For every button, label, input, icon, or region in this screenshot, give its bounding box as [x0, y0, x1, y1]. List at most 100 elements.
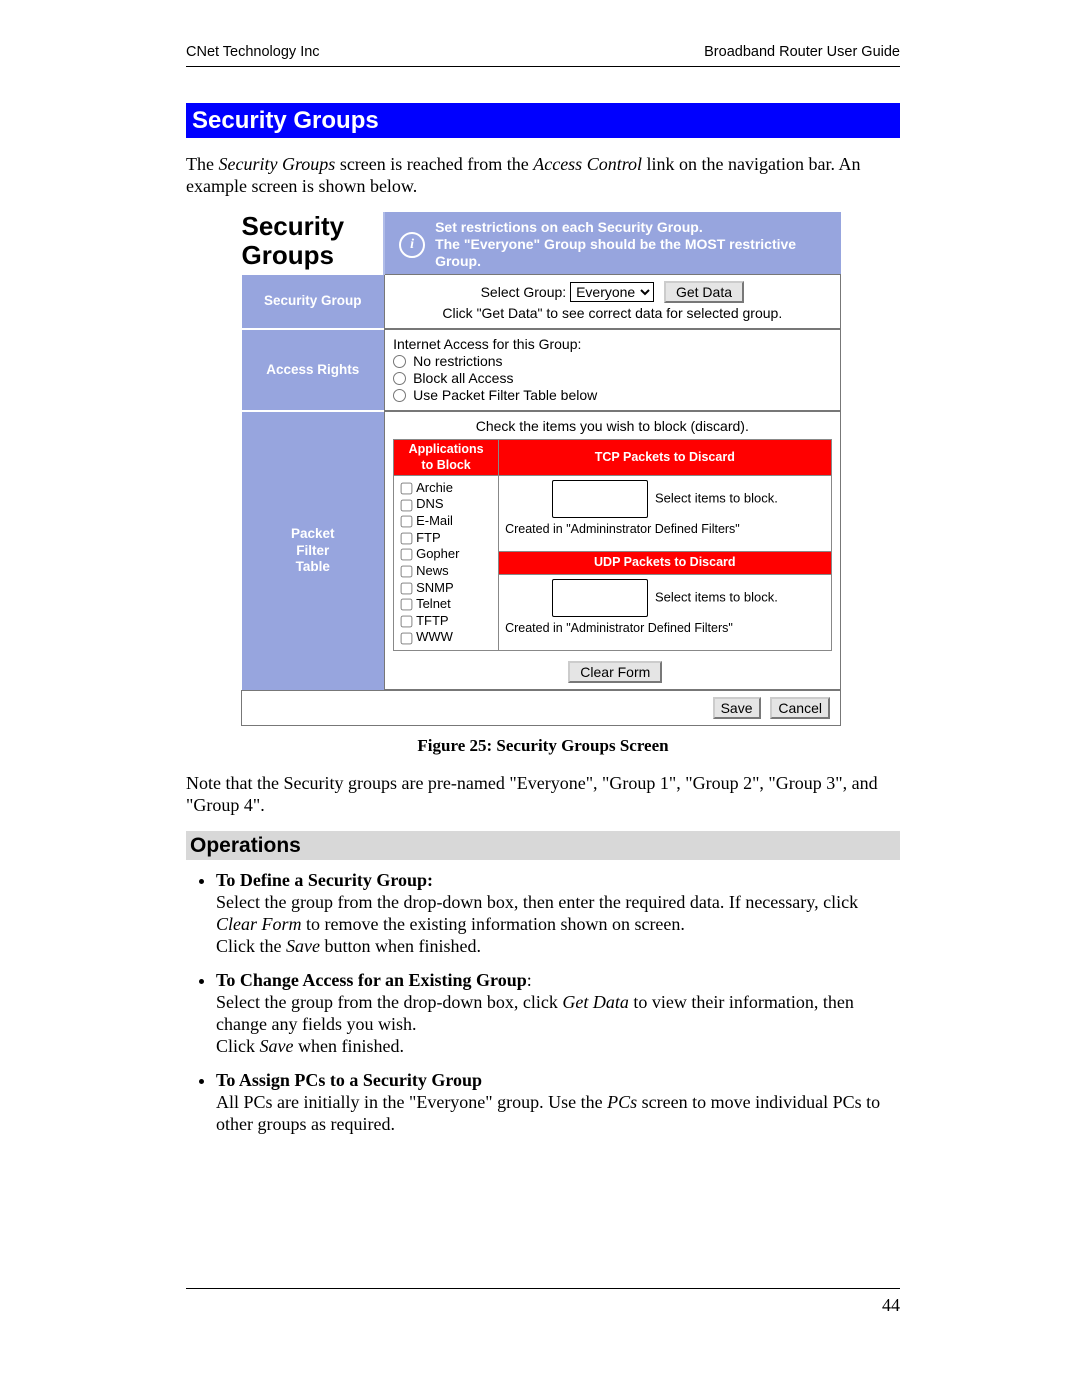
- checkbox-ftp[interactable]: FTP: [400, 530, 492, 547]
- row-label-access-rights: Access Rights: [242, 329, 385, 411]
- udp-cell: Select items to block. Created in "Admin…: [499, 575, 831, 651]
- save-cancel-bar: Save Cancel: [242, 691, 841, 726]
- info-text: Set restrictions on each Security Group.…: [435, 219, 826, 270]
- page: CNet Technology Inc Broadband Router Use…: [0, 0, 1080, 1397]
- tcp-cell: Select items to block. Created in "Admin…: [499, 475, 831, 551]
- header-right: Broadband Router User Guide: [704, 44, 900, 62]
- intro-paragraph: The Security Groups screen is reached fr…: [186, 154, 900, 198]
- radio-packet-filter[interactable]: Use Packet Filter Table below: [393, 387, 831, 404]
- radio-block-all[interactable]: Block all Access: [393, 370, 831, 387]
- col-header-tcp: TCP Packets to Discard: [499, 440, 831, 476]
- note-paragraph: Note that the Security groups are pre-na…: [186, 773, 900, 817]
- radio-no-restrictions[interactable]: No restrictions: [393, 353, 831, 370]
- text: Security: [242, 211, 345, 241]
- checkbox-input[interactable]: [401, 483, 413, 495]
- radio-label: No restrictions: [413, 353, 502, 370]
- checkbox-tftp[interactable]: TFTP: [400, 613, 492, 630]
- radio-label: Block all Access: [413, 370, 513, 387]
- select-group-label: Select Group:: [481, 284, 567, 300]
- row-label-packet-filter: Packet Filter Table: [242, 411, 385, 690]
- checkbox-label: SNMP: [416, 580, 454, 595]
- checkbox-label: TFTP: [416, 613, 449, 628]
- text: Select the group from the drop-down box,…: [216, 892, 858, 912]
- footer: 44: [186, 1288, 900, 1317]
- checkbox-label: Archie: [416, 480, 453, 495]
- text: The "Everyone" Group should be the MOST …: [435, 236, 796, 269]
- checkbox-label: E-Mail: [416, 513, 453, 528]
- text: Select the group from the drop-down box,…: [216, 992, 562, 1012]
- checkbox-snmp[interactable]: SNMP: [400, 580, 492, 597]
- udp-hint: Select items to block.: [655, 589, 778, 604]
- screenshot-table: Security Groups i Set restrictions on ea…: [241, 212, 841, 726]
- checkbox-input[interactable]: [401, 632, 413, 644]
- checkbox-label: Gopher: [416, 546, 459, 561]
- apps-checkbox-list: Archie DNS E-Mail FTP Gopher News SNMP T…: [394, 475, 499, 650]
- clear-form-button[interactable]: Clear Form: [568, 661, 662, 683]
- checkbox-input[interactable]: [401, 582, 413, 594]
- list-item: To Define a Security Group: Select the g…: [216, 870, 900, 958]
- tcp-hint: Select items to block.: [655, 490, 778, 505]
- figure-screenshot: Security Groups i Set restrictions on ea…: [241, 212, 900, 726]
- list-item: To Assign PCs to a Security Group All PC…: [216, 1070, 900, 1136]
- cancel-button[interactable]: Cancel: [770, 697, 830, 719]
- text-emph: PCs: [607, 1092, 637, 1112]
- text: Click: [216, 1036, 260, 1056]
- op-title: To Change Access for an Existing Group: [216, 970, 527, 990]
- page-header: CNet Technology Inc Broadband Router Use…: [186, 44, 900, 62]
- packet-filter-panel: Check the items you wish to block (disca…: [384, 411, 840, 690]
- operations-heading: Operations: [186, 831, 900, 861]
- checkbox-label: News: [416, 563, 449, 578]
- header-left: CNet Technology Inc: [186, 44, 320, 62]
- text-emph: Save: [260, 1036, 294, 1056]
- security-group-panel: Select Group: Everyone Get Data Click "G…: [384, 274, 840, 329]
- group-select[interactable]: Everyone: [570, 282, 654, 302]
- select-group-hint: Click "Get Data" to see correct data for…: [393, 305, 831, 322]
- checkbox-www[interactable]: WWW: [400, 629, 492, 646]
- checkbox-gopher[interactable]: Gopher: [400, 546, 492, 563]
- udp-listbox[interactable]: [552, 579, 648, 617]
- checkbox-input[interactable]: [401, 499, 413, 511]
- list-item: To Change Access for an Existing Group: …: [216, 970, 900, 1058]
- text-emph: Access Control: [533, 154, 642, 174]
- radio-input[interactable]: [393, 389, 406, 402]
- packet-instruction: Check the items you wish to block (disca…: [393, 418, 831, 435]
- text: All PCs are initially in the "Everyone" …: [216, 1092, 607, 1112]
- checkbox-input[interactable]: [401, 599, 413, 611]
- text: to remove the existing information shown…: [302, 914, 685, 934]
- row-label-security-group: Security Group: [242, 274, 385, 329]
- checkbox-input[interactable]: [401, 516, 413, 528]
- checkbox-telnet[interactable]: Telnet: [400, 596, 492, 613]
- page-number: 44: [882, 1295, 900, 1315]
- section-title: Security Groups: [186, 103, 900, 138]
- text: button when finished.: [320, 936, 481, 956]
- radio-input[interactable]: [393, 355, 406, 368]
- radio-input[interactable]: [393, 372, 406, 385]
- text: to Block: [421, 458, 470, 472]
- access-rights-heading: Internet Access for this Group:: [393, 336, 831, 353]
- checkbox-archie[interactable]: Archie: [400, 480, 492, 497]
- access-rights-panel: Internet Access for this Group: No restr…: [384, 329, 840, 411]
- checkbox-input[interactable]: [401, 616, 413, 628]
- tcp-listbox[interactable]: [552, 480, 648, 518]
- text: Groups: [242, 240, 334, 270]
- packet-inner-table: Applications to Block TCP Packets to Dis…: [393, 439, 831, 651]
- save-button[interactable]: Save: [713, 697, 761, 719]
- checkbox-input[interactable]: [401, 566, 413, 578]
- checkbox-news[interactable]: News: [400, 563, 492, 580]
- text: Packet: [291, 526, 335, 541]
- checkbox-label: DNS: [416, 496, 443, 511]
- get-data-button[interactable]: Get Data: [664, 281, 744, 303]
- checkbox-email[interactable]: E-Mail: [400, 513, 492, 530]
- checkbox-input[interactable]: [401, 532, 413, 544]
- checkbox-input[interactable]: [401, 549, 413, 561]
- col-header-apps: Applications to Block: [394, 440, 499, 476]
- checkbox-label: Telnet: [416, 596, 451, 611]
- checkbox-dns[interactable]: DNS: [400, 496, 492, 513]
- checkbox-label: WWW: [416, 629, 453, 644]
- text: Click the: [216, 936, 286, 956]
- text: when finished.: [293, 1036, 403, 1056]
- text-emph: Clear Form: [216, 914, 302, 934]
- header-rule: [186, 66, 900, 67]
- info-bar: i Set restrictions on each Security Grou…: [385, 212, 840, 274]
- text: Applications: [409, 442, 484, 456]
